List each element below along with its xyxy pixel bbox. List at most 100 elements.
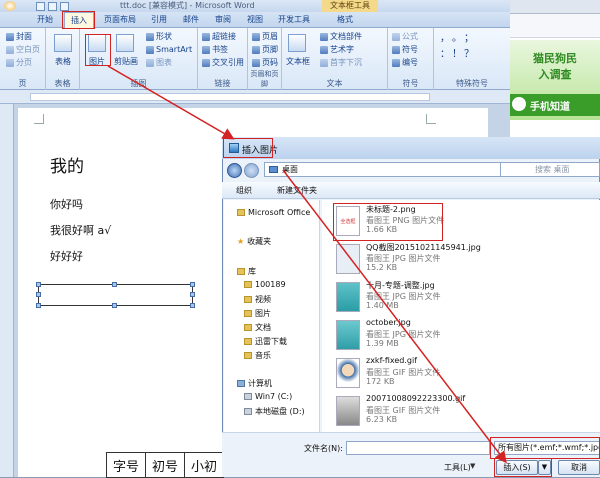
footer-icon <box>252 46 260 54</box>
list-item[interactable]: october.jpg 看图王 JPG 图片文件 1.39 MB <box>336 318 586 356</box>
special-symbol-buttons-2[interactable]: ：！？ <box>440 50 474 60</box>
resize-handle[interactable] <box>36 292 41 297</box>
semicolon-icon[interactable]: ； <box>464 34 474 44</box>
page-break-button[interactable]: 分页 <box>6 58 32 68</box>
nav-drive[interactable]: 本地磁盘 (D:) <box>244 406 305 417</box>
clipart-button-label[interactable]: 剪贴画 <box>110 56 142 67</box>
wordart-button[interactable]: 艺术字 <box>320 45 354 55</box>
nav-library-item[interactable]: 视频 <box>244 294 271 305</box>
breadcrumb[interactable]: 桌面 <box>282 164 298 175</box>
doc-line-3[interactable]: 好好好 <box>50 248 83 264</box>
doc-heading[interactable]: 我的 <box>50 152 84 177</box>
resize-handle[interactable] <box>112 303 117 308</box>
new-folder-button[interactable]: 新建文件夹 <box>277 185 317 196</box>
desktop-icon <box>269 166 278 173</box>
tools-menu[interactable]: 工具(L) <box>444 462 471 473</box>
nav-drive[interactable]: Win7 (C:) <box>244 392 292 401</box>
doc-line-2[interactable]: 我很好啊 a√ <box>50 222 111 238</box>
tab-mailings[interactable]: 邮件 <box>178 12 204 28</box>
textbox-button-label[interactable]: 文本框 <box>282 56 314 67</box>
search-box[interactable]: 搜索 桌面 <box>500 162 600 177</box>
resize-handle[interactable] <box>36 303 41 308</box>
tab-format[interactable]: 格式 <box>330 12 360 28</box>
cancel-button[interactable]: 取消 <box>558 460 600 475</box>
tab-review[interactable]: 审阅 <box>210 12 236 28</box>
page-number-button[interactable]: 页码 <box>252 58 278 68</box>
tab-page-layout[interactable]: 页面布局 <box>100 12 140 28</box>
doc-table[interactable]: 字号 初号 小初 <box>105 452 225 478</box>
table-cell[interactable]: 字号 <box>105 452 147 478</box>
organize-button[interactable]: 组织 <box>236 185 252 196</box>
resize-handle[interactable] <box>190 282 195 287</box>
symbol-button[interactable]: 符号 <box>392 45 418 55</box>
redo-icon[interactable] <box>60 1 69 11</box>
hyperlink-button[interactable]: 超链接 <box>202 32 236 42</box>
table-cell[interactable]: 小初 <box>184 452 225 478</box>
doc-line-1[interactable]: 你好吗 <box>50 196 83 212</box>
back-arrow-icon[interactable] <box>227 163 242 178</box>
smartart-button[interactable]: SmartArt <box>146 45 192 55</box>
tab-home[interactable]: 开始 <box>30 12 60 28</box>
resize-handle[interactable] <box>112 282 117 287</box>
resize-handle[interactable] <box>190 292 195 297</box>
chart-button[interactable]: 图表 <box>146 58 172 68</box>
special-symbol-buttons[interactable]: ，。； <box>440 34 474 44</box>
header-button[interactable]: 页眉 <box>252 32 278 42</box>
nav-library[interactable]: 库 <box>237 266 256 277</box>
nav-library-item[interactable]: 100189 <box>244 280 286 289</box>
comma-icon[interactable]: ， <box>440 34 450 44</box>
nav-library-item[interactable]: 迅雷下载 <box>244 336 287 347</box>
list-item[interactable]: zxkf-fixed.gif 看图王 GIF 图片文件 172 KB <box>336 356 586 394</box>
office-button-icon[interactable] <box>4 1 16 11</box>
resize-handle[interactable] <box>190 303 195 308</box>
clipart-icon[interactable] <box>116 34 134 52</box>
drop-cap-button[interactable]: 首字下沉 <box>320 58 362 68</box>
group-label: 特殊符号 <box>456 79 488 88</box>
cover-button[interactable]: 封面 <box>6 32 32 42</box>
period-icon[interactable]: 。 <box>452 34 462 44</box>
colon-icon[interactable]: ： <box>440 50 450 60</box>
quick-parts-button[interactable]: 文档部件 <box>320 32 362 42</box>
bookmark-button[interactable]: 书签 <box>202 45 228 55</box>
blank-page-button[interactable]: 空白页 <box>6 45 40 55</box>
table-group: 表格 表格 <box>46 28 80 90</box>
table-cell[interactable]: 初号 <box>145 452 186 478</box>
nav-library-item[interactable]: 图片 <box>244 308 271 319</box>
undo-icon[interactable] <box>48 1 57 11</box>
exclaim-icon[interactable]: ！ <box>452 50 462 60</box>
vertical-ruler[interactable] <box>0 104 14 477</box>
nav-office[interactable]: Microsoft Office <box>237 208 310 217</box>
nav-computer[interactable]: 计算机 <box>237 378 272 389</box>
pictures-icon <box>244 310 252 317</box>
tab-references[interactable]: 引用 <box>146 12 172 28</box>
equation-button[interactable]: 公式 <box>392 32 418 42</box>
save-icon[interactable] <box>36 1 45 11</box>
table-icon[interactable] <box>54 34 72 52</box>
file-size: 6.23 KB <box>366 415 398 424</box>
forward-arrow-icon[interactable] <box>244 163 259 178</box>
video-icon <box>244 296 252 303</box>
list-item[interactable]: 20071008092223300.gif 看图王 GIF 图片文件 6.23 … <box>336 394 586 432</box>
quick-parts-icon <box>320 33 328 41</box>
table-button-label[interactable]: 表格 <box>46 56 80 67</box>
cross-reference-button[interactable]: 交叉引用 <box>202 58 244 68</box>
numbering-button[interactable]: 编号 <box>392 58 418 68</box>
nav-library-item[interactable]: 文档 <box>244 322 271 333</box>
tab-developer[interactable]: 开发工具 <box>274 12 314 28</box>
nav-library-item[interactable]: 音乐 <box>244 350 271 361</box>
footer-button[interactable]: 页脚 <box>252 45 278 55</box>
group-label: 链接 <box>214 79 231 88</box>
shapes-button[interactable]: 形状 <box>146 32 172 42</box>
resize-handle[interactable] <box>36 282 41 287</box>
tab-view[interactable]: 视图 <box>242 12 268 28</box>
textbox-icon[interactable] <box>288 34 306 52</box>
chevron-down-icon[interactable]: ▼ <box>470 462 475 470</box>
filename-input[interactable] <box>346 441 490 455</box>
question-icon[interactable]: ？ <box>464 50 474 60</box>
file-name: 20071008092223300.gif <box>366 394 466 403</box>
list-item[interactable]: 十月-专题-调整.jpg 看图王 JPG 图片文件 1.40 MB <box>336 280 586 318</box>
nav-favorites[interactable]: ★ 收藏夹 <box>237 236 271 247</box>
horizontal-ruler[interactable] <box>30 93 430 101</box>
page-break-icon <box>6 59 14 67</box>
list-item[interactable]: QQ截图20151021145941.jpg 看图王 JPG 图片文件 15.2… <box>336 242 586 280</box>
